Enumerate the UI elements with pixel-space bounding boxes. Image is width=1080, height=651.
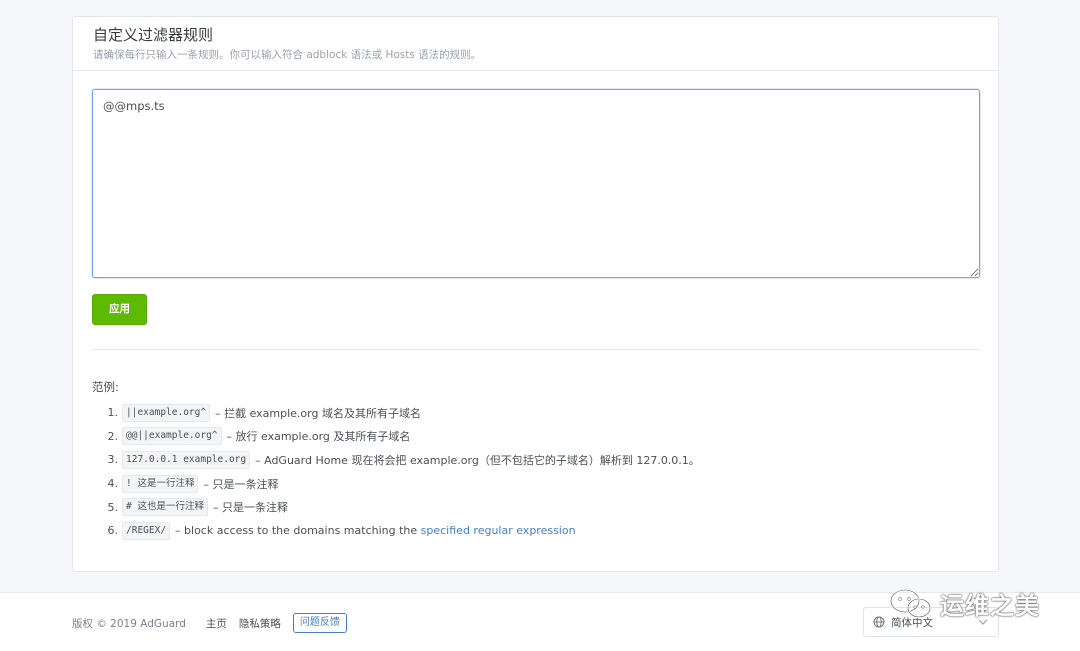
- list-item: 4. ! 这是一行注释 – 只是一条注释: [92, 472, 980, 496]
- example-number: 5.: [107, 500, 119, 514]
- watermark: 运维之美: [888, 586, 1040, 621]
- example-description: – 拦截 example.org 域名及其所有子域名: [215, 406, 421, 420]
- copyright-text: 版权 © 2019 AdGuard: [72, 617, 186, 630]
- example-code: ! 这是一行注释: [122, 474, 199, 493]
- example-description: – block access to the domains matching t…: [175, 524, 576, 537]
- example-description: – 只是一条注释: [203, 477, 279, 491]
- card-title: 自定义过滤器规则: [93, 26, 214, 44]
- card-header: 自定义过滤器规则 请确保每行只输入一条规则。你可以输入符合 adblock 语法…: [73, 17, 998, 71]
- rules-textarea[interactable]: @@mps.ts: [92, 89, 980, 278]
- list-item: 6. /REGEX/ – block access to the domains…: [92, 519, 980, 543]
- example-description: – 只是一条注释: [212, 501, 288, 515]
- example-number: 3.: [107, 453, 119, 467]
- example-description-text: – block access to the domains matching t…: [175, 524, 421, 538]
- custom-rules-card: 自定义过滤器规则 请确保每行只输入一条规则。你可以输入符合 adblock 语法…: [72, 16, 999, 572]
- example-number: 6.: [107, 524, 119, 538]
- example-code: @@||example.org^: [122, 427, 222, 446]
- list-item: 5. # 这也是一行注释 – 只是一条注释: [92, 495, 980, 519]
- list-item: 1. ||example.org^ – 拦截 example.org 域名及其所…: [92, 401, 980, 425]
- example-description: – AdGuard Home 现在将会把 example.org（但不包括它的子…: [255, 453, 700, 467]
- regex-docs-link[interactable]: specified regular expression: [421, 524, 576, 537]
- example-number: 1.: [107, 406, 119, 420]
- example-code: # 这也是一行注释: [122, 498, 208, 517]
- example-number: 4.: [107, 477, 119, 491]
- example-code: /REGEX/: [122, 521, 171, 540]
- divider: [92, 349, 980, 350]
- privacy-link[interactable]: 隐私策略: [239, 616, 281, 631]
- home-link[interactable]: 主页: [206, 616, 227, 631]
- footer-links: 版权 © 2019 AdGuard 主页 隐私策略 问题反馈: [72, 613, 347, 633]
- example-code: 127.0.0.1 example.org: [122, 450, 251, 469]
- examples-title: 范例:: [92, 380, 119, 394]
- feedback-button[interactable]: 问题反馈: [292, 613, 347, 633]
- examples-section: 范例: 1. ||example.org^ – 拦截 example.org 域…: [92, 379, 980, 543]
- list-item: 2. @@||example.org^ – 放行 example.org 及其所…: [92, 425, 980, 449]
- list-item: 3. 127.0.0.1 example.org – AdGuard Home …: [92, 448, 980, 472]
- example-number: 2.: [107, 429, 119, 443]
- globe-icon: [873, 616, 885, 628]
- apply-button[interactable]: 应用: [92, 294, 147, 325]
- watermark-text: 运维之美: [940, 592, 1040, 620]
- wechat-icon: [889, 588, 932, 618]
- example-code: ||example.org^: [122, 403, 211, 422]
- card-subtitle: 请确保每行只输入一条规则。你可以输入符合 adblock 语法或 Hosts 语…: [93, 49, 482, 61]
- example-description: – 放行 example.org 及其所有子域名: [226, 430, 411, 444]
